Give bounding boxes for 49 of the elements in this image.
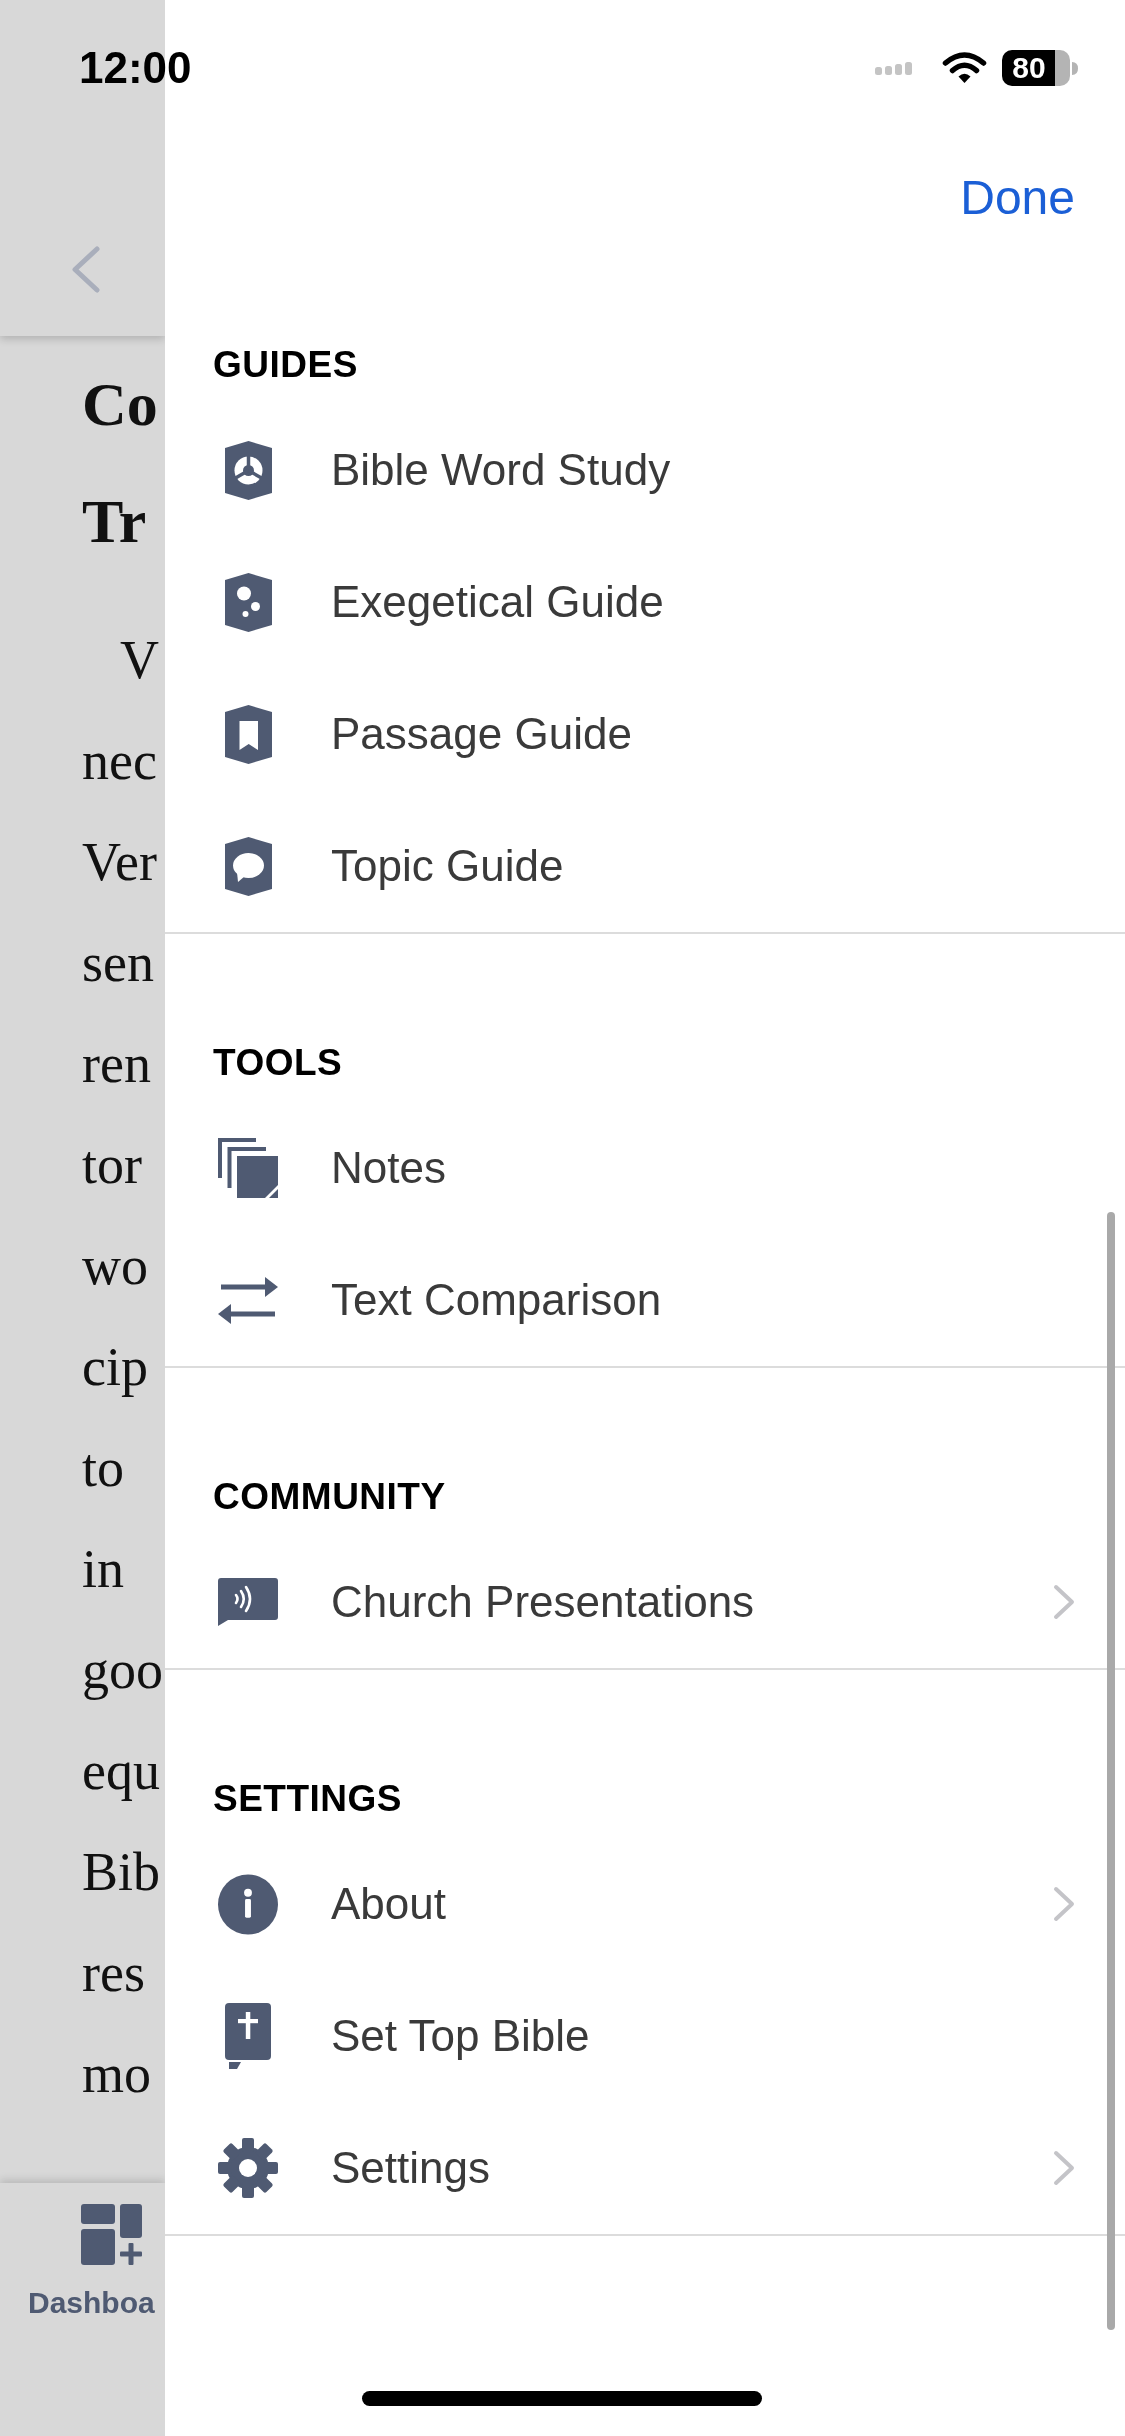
body-text-line: wo xyxy=(82,1235,148,1298)
dashboard-tab[interactable]: Dashboa xyxy=(28,2204,155,2321)
settings-icon xyxy=(218,2138,278,2198)
battery-indicator: 80 xyxy=(1002,50,1070,86)
body-text-line: mo xyxy=(82,2043,151,2106)
body-text-line: sen xyxy=(82,932,154,995)
cellular-signal-icon xyxy=(875,61,912,75)
info-icon xyxy=(218,1873,278,1935)
menu-item[interactable]: Topic Guide xyxy=(165,800,1125,932)
body-text-line: V xyxy=(120,629,159,692)
body-text-line: to xyxy=(82,1437,124,1500)
hexagon-ring-icon xyxy=(224,440,272,500)
battery-terminal-icon xyxy=(1072,61,1078,75)
wifi-icon xyxy=(942,52,987,84)
body-text-line: goo xyxy=(82,1639,163,1702)
body-text-line: tor xyxy=(82,1134,142,1197)
stacked-notes-icon xyxy=(218,1138,278,1198)
body-text-line: cip xyxy=(82,1336,148,1399)
section-header: COMMUNITY xyxy=(213,1475,446,1519)
body-text-line: equ xyxy=(82,1740,160,1803)
menu-item[interactable]: Bible Word Study xyxy=(165,404,1125,536)
body-text-line: in xyxy=(82,1538,124,1601)
menu-item[interactable]: Exegetical Guide xyxy=(165,536,1125,668)
book-cross-icon xyxy=(225,2003,271,2069)
section-header: TOOLS xyxy=(213,1041,343,1085)
section-header: SETTINGS xyxy=(213,1777,403,1821)
body-text-line: ren xyxy=(82,1033,151,1096)
section-header: GUIDES xyxy=(213,343,358,387)
menu-item[interactable]: Church Presentations xyxy=(165,1536,1125,1668)
menu-item[interactable]: Notes xyxy=(165,1102,1125,1234)
menu-item[interactable]: Passage Guide xyxy=(165,668,1125,800)
menu-item[interactable]: Set Top Bible xyxy=(165,1970,1125,2102)
status-time: 12:00 xyxy=(79,42,192,94)
menu-item[interactable]: Text Comparison xyxy=(165,1234,1125,1366)
hexagon-speech-bubble-icon xyxy=(224,836,272,896)
hexagon-dots-icon xyxy=(224,572,272,632)
heading-text: Co xyxy=(82,369,158,440)
dashboard-grid-plus-icon xyxy=(81,2204,142,2265)
heading-text: Tr xyxy=(82,486,147,557)
body-text-line: res xyxy=(82,1942,145,2005)
menu-item[interactable]: About xyxy=(165,1838,1125,1970)
body-text-line: Ver xyxy=(82,831,157,894)
back-icon xyxy=(71,246,100,293)
body-text-line: Bib xyxy=(82,1841,161,1904)
swap-arrows-icon xyxy=(218,1276,278,1324)
speech-bubble-sound-icon xyxy=(218,1578,278,1626)
body-text-line: nec xyxy=(82,730,157,793)
done-button[interactable]: Done xyxy=(958,168,1077,227)
hexagon-bookmark-icon xyxy=(224,704,272,764)
